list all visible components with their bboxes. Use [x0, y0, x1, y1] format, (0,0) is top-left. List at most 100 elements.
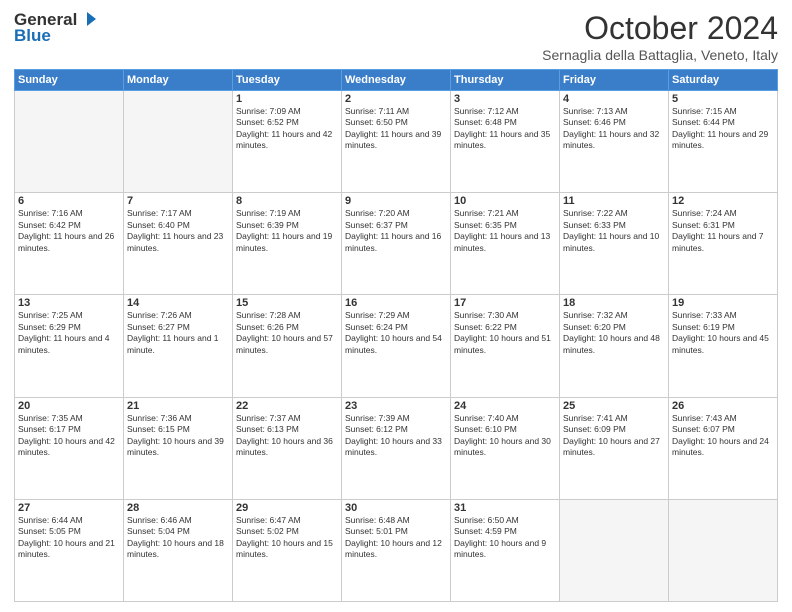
- day-info: Sunrise: 7:21 AMSunset: 6:35 PMDaylight:…: [454, 208, 556, 254]
- day-number: 29: [236, 502, 338, 514]
- day-info: Sunrise: 7:32 AMSunset: 6:20 PMDaylight:…: [563, 310, 665, 356]
- calendar-cell: 2Sunrise: 7:11 AMSunset: 6:50 PMDaylight…: [342, 91, 451, 193]
- calendar-cell: [669, 499, 778, 601]
- day-info: Sunrise: 7:09 AMSunset: 6:52 PMDaylight:…: [236, 106, 338, 152]
- day-number: 5: [672, 93, 774, 105]
- day-info: Sunrise: 7:25 AMSunset: 6:29 PMDaylight:…: [18, 310, 120, 356]
- calendar-cell: [15, 91, 124, 193]
- calendar-cell: [560, 499, 669, 601]
- title-block: October 2024 Sernaglia della Battaglia, …: [542, 10, 778, 63]
- day-number: 19: [672, 297, 774, 309]
- day-number: 30: [345, 502, 447, 514]
- day-info: Sunrise: 7:26 AMSunset: 6:27 PMDaylight:…: [127, 310, 229, 356]
- day-info: Sunrise: 7:40 AMSunset: 6:10 PMDaylight:…: [454, 413, 556, 459]
- calendar-cell: 29Sunrise: 6:47 AMSunset: 5:02 PMDayligh…: [233, 499, 342, 601]
- calendar-cell: 28Sunrise: 6:46 AMSunset: 5:04 PMDayligh…: [124, 499, 233, 601]
- calendar-cell: 13Sunrise: 7:25 AMSunset: 6:29 PMDayligh…: [15, 295, 124, 397]
- day-info: Sunrise: 6:44 AMSunset: 5:05 PMDaylight:…: [18, 515, 120, 561]
- week-row-4: 20Sunrise: 7:35 AMSunset: 6:17 PMDayligh…: [15, 397, 778, 499]
- day-number: 6: [18, 195, 120, 207]
- day-info: Sunrise: 7:20 AMSunset: 6:37 PMDaylight:…: [345, 208, 447, 254]
- day-info: Sunrise: 7:28 AMSunset: 6:26 PMDaylight:…: [236, 310, 338, 356]
- calendar-cell: 4Sunrise: 7:13 AMSunset: 6:46 PMDaylight…: [560, 91, 669, 193]
- calendar-cell: 27Sunrise: 6:44 AMSunset: 5:05 PMDayligh…: [15, 499, 124, 601]
- calendar-cell: 5Sunrise: 7:15 AMSunset: 6:44 PMDaylight…: [669, 91, 778, 193]
- day-number: 3: [454, 93, 556, 105]
- calendar-cell: 26Sunrise: 7:43 AMSunset: 6:07 PMDayligh…: [669, 397, 778, 499]
- day-info: Sunrise: 7:41 AMSunset: 6:09 PMDaylight:…: [563, 413, 665, 459]
- day-number: 23: [345, 400, 447, 412]
- day-number: 14: [127, 297, 229, 309]
- week-row-3: 13Sunrise: 7:25 AMSunset: 6:29 PMDayligh…: [15, 295, 778, 397]
- day-number: 1: [236, 93, 338, 105]
- calendar-cell: 24Sunrise: 7:40 AMSunset: 6:10 PMDayligh…: [451, 397, 560, 499]
- day-number: 21: [127, 400, 229, 412]
- day-number: 12: [672, 195, 774, 207]
- day-number: 17: [454, 297, 556, 309]
- week-row-2: 6Sunrise: 7:16 AMSunset: 6:42 PMDaylight…: [15, 193, 778, 295]
- day-info: Sunrise: 7:37 AMSunset: 6:13 PMDaylight:…: [236, 413, 338, 459]
- day-info: Sunrise: 7:19 AMSunset: 6:39 PMDaylight:…: [236, 208, 338, 254]
- day-number: 26: [672, 400, 774, 412]
- calendar-cell: 30Sunrise: 6:48 AMSunset: 5:01 PMDayligh…: [342, 499, 451, 601]
- day-info: Sunrise: 7:16 AMSunset: 6:42 PMDaylight:…: [18, 208, 120, 254]
- subtitle: Sernaglia della Battaglia, Veneto, Italy: [542, 47, 778, 63]
- weekday-header-friday: Friday: [560, 70, 669, 91]
- day-number: 9: [345, 195, 447, 207]
- week-row-1: 1Sunrise: 7:09 AMSunset: 6:52 PMDaylight…: [15, 91, 778, 193]
- calendar-cell: 9Sunrise: 7:20 AMSunset: 6:37 PMDaylight…: [342, 193, 451, 295]
- weekday-header-monday: Monday: [124, 70, 233, 91]
- day-number: 18: [563, 297, 665, 309]
- week-row-5: 27Sunrise: 6:44 AMSunset: 5:05 PMDayligh…: [15, 499, 778, 601]
- day-info: Sunrise: 7:36 AMSunset: 6:15 PMDaylight:…: [127, 413, 229, 459]
- day-info: Sunrise: 7:29 AMSunset: 6:24 PMDaylight:…: [345, 310, 447, 356]
- logo: General Blue: [14, 10, 96, 46]
- calendar-cell: 10Sunrise: 7:21 AMSunset: 6:35 PMDayligh…: [451, 193, 560, 295]
- calendar-cell: 8Sunrise: 7:19 AMSunset: 6:39 PMDaylight…: [233, 193, 342, 295]
- day-info: Sunrise: 7:24 AMSunset: 6:31 PMDaylight:…: [672, 208, 774, 254]
- calendar-cell: 19Sunrise: 7:33 AMSunset: 6:19 PMDayligh…: [669, 295, 778, 397]
- calendar-cell: [124, 91, 233, 193]
- calendar-cell: 6Sunrise: 7:16 AMSunset: 6:42 PMDaylight…: [15, 193, 124, 295]
- day-number: 28: [127, 502, 229, 514]
- day-info: Sunrise: 7:35 AMSunset: 6:17 PMDaylight:…: [18, 413, 120, 459]
- calendar-cell: 21Sunrise: 7:36 AMSunset: 6:15 PMDayligh…: [124, 397, 233, 499]
- day-number: 22: [236, 400, 338, 412]
- calendar-cell: 14Sunrise: 7:26 AMSunset: 6:27 PMDayligh…: [124, 295, 233, 397]
- day-info: Sunrise: 7:43 AMSunset: 6:07 PMDaylight:…: [672, 413, 774, 459]
- weekday-header-tuesday: Tuesday: [233, 70, 342, 91]
- day-info: Sunrise: 7:12 AMSunset: 6:48 PMDaylight:…: [454, 106, 556, 152]
- calendar-cell: 16Sunrise: 7:29 AMSunset: 6:24 PMDayligh…: [342, 295, 451, 397]
- calendar-cell: 20Sunrise: 7:35 AMSunset: 6:17 PMDayligh…: [15, 397, 124, 499]
- calendar-cell: 1Sunrise: 7:09 AMSunset: 6:52 PMDaylight…: [233, 91, 342, 193]
- day-info: Sunrise: 7:30 AMSunset: 6:22 PMDaylight:…: [454, 310, 556, 356]
- weekday-header-sunday: Sunday: [15, 70, 124, 91]
- day-info: Sunrise: 6:46 AMSunset: 5:04 PMDaylight:…: [127, 515, 229, 561]
- day-number: 31: [454, 502, 556, 514]
- weekday-header-thursday: Thursday: [451, 70, 560, 91]
- calendar-cell: 3Sunrise: 7:12 AMSunset: 6:48 PMDaylight…: [451, 91, 560, 193]
- day-number: 4: [563, 93, 665, 105]
- day-info: Sunrise: 7:11 AMSunset: 6:50 PMDaylight:…: [345, 106, 447, 152]
- day-number: 10: [454, 195, 556, 207]
- calendar-cell: 12Sunrise: 7:24 AMSunset: 6:31 PMDayligh…: [669, 193, 778, 295]
- logo-blue-text: Blue: [14, 26, 51, 46]
- calendar-cell: 22Sunrise: 7:37 AMSunset: 6:13 PMDayligh…: [233, 397, 342, 499]
- day-number: 16: [345, 297, 447, 309]
- calendar-cell: 7Sunrise: 7:17 AMSunset: 6:40 PMDaylight…: [124, 193, 233, 295]
- day-number: 7: [127, 195, 229, 207]
- calendar-cell: 23Sunrise: 7:39 AMSunset: 6:12 PMDayligh…: [342, 397, 451, 499]
- calendar-table: SundayMondayTuesdayWednesdayThursdayFrid…: [14, 69, 778, 602]
- day-number: 20: [18, 400, 120, 412]
- day-number: 27: [18, 502, 120, 514]
- month-title: October 2024: [542, 10, 778, 47]
- day-info: Sunrise: 7:15 AMSunset: 6:44 PMDaylight:…: [672, 106, 774, 152]
- calendar-cell: 17Sunrise: 7:30 AMSunset: 6:22 PMDayligh…: [451, 295, 560, 397]
- day-info: Sunrise: 6:47 AMSunset: 5:02 PMDaylight:…: [236, 515, 338, 561]
- calendar-cell: 15Sunrise: 7:28 AMSunset: 6:26 PMDayligh…: [233, 295, 342, 397]
- weekday-header-saturday: Saturday: [669, 70, 778, 91]
- day-info: Sunrise: 7:22 AMSunset: 6:33 PMDaylight:…: [563, 208, 665, 254]
- day-info: Sunrise: 7:39 AMSunset: 6:12 PMDaylight:…: [345, 413, 447, 459]
- day-number: 11: [563, 195, 665, 207]
- day-number: 13: [18, 297, 120, 309]
